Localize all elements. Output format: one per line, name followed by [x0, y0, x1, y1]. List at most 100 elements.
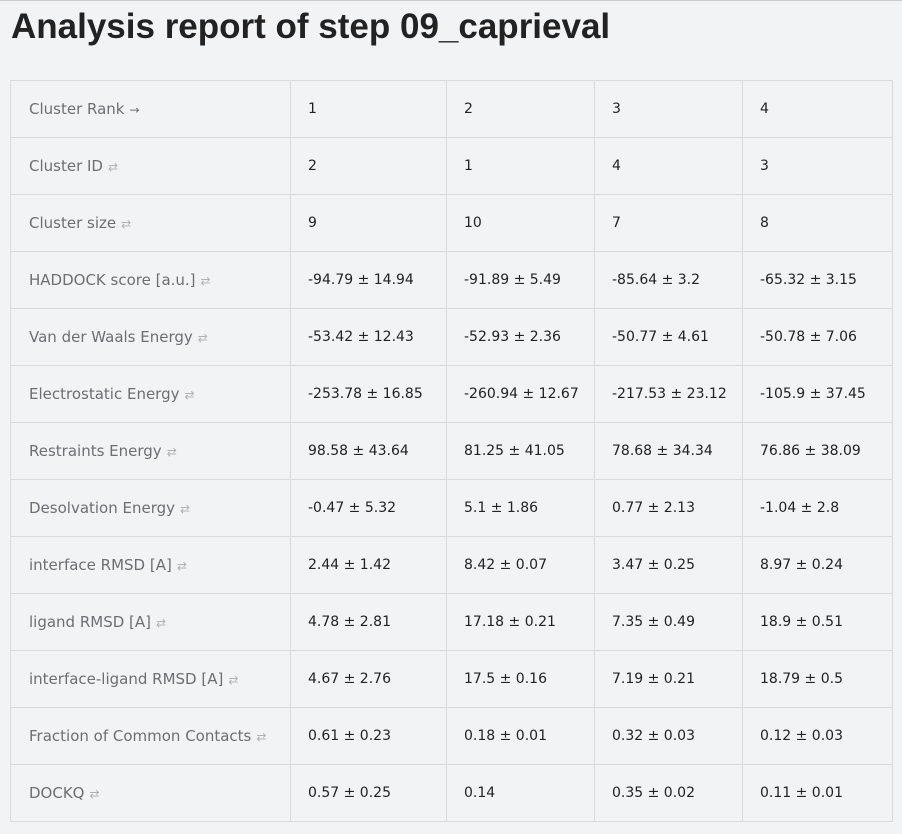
row-header[interactable]: Cluster Rank →	[10, 80, 291, 138]
row-header-label: ligand RMSD [A]	[29, 613, 152, 631]
table-row: DOCKQ ⇄ 0.57 ± 0.25 0.14 0.35 ± 0.02 0.11 ± 0…	[10, 764, 893, 822]
table-cell: -85.64 ± 3.2	[594, 251, 743, 309]
table-cell: 2	[446, 80, 595, 138]
sort-toggle-icon[interactable]: ⇄	[121, 217, 131, 231]
table-cell: 3	[742, 137, 893, 195]
sort-toggle-icon[interactable]: ⇄	[108, 160, 118, 174]
table-cell: 4.78 ± 2.81	[290, 593, 447, 651]
table-row: HADDOCK score [a.u.] ⇄ -94.79 ± 14.94 -91.8…	[10, 251, 893, 309]
table-cell: 0.77 ± 2.13	[594, 479, 743, 537]
row-header-label: HADDOCK score [a.u.]	[29, 271, 196, 289]
table-cell: -52.93 ± 2.36	[446, 308, 595, 366]
sort-toggle-icon[interactable]: ⇄	[156, 616, 166, 630]
table-row: Cluster ID ⇄ 2 1 4 3	[10, 137, 893, 195]
row-header-label: Electrostatic Energy	[29, 385, 180, 403]
table-cell: 81.25 ± 41.05	[446, 422, 595, 480]
row-header-label: Cluster Rank	[29, 100, 125, 118]
table-cell: 18.79 ± 0.5	[742, 650, 893, 708]
sort-toggle-icon[interactable]: ⇄	[89, 787, 99, 801]
table-row: Fraction of Common Contacts ⇄ 0.61 ± 0.23 0…	[10, 707, 893, 765]
table-row: Desolvation Energy ⇄ -0.47 ± 5.32 5.1 ± 1.8…	[10, 479, 893, 537]
row-header[interactable]: ligand RMSD [A] ⇄	[10, 593, 291, 651]
table-cell: 8.42 ± 0.07	[446, 536, 595, 594]
table-cell: 0.18 ± 0.01	[446, 707, 595, 765]
row-header[interactable]: Electrostatic Energy ⇄	[10, 365, 291, 423]
row-header[interactable]: Fraction of Common Contacts ⇄	[10, 707, 291, 765]
sort-toggle-icon[interactable]: ⇄	[180, 502, 190, 516]
row-header-label: Cluster ID	[29, 157, 103, 175]
page-title: Analysis report of step 09_caprieval	[11, 7, 611, 46]
table-cell: -50.77 ± 4.61	[594, 308, 743, 366]
row-header-label: Desolvation Energy	[29, 499, 176, 517]
row-header[interactable]: interface-ligand RMSD [A] ⇄	[10, 650, 291, 708]
table-cell: 0.32 ± 0.03	[594, 707, 743, 765]
table-cell: 1	[290, 80, 447, 138]
table-row: Van der Waals Energy ⇄ -53.42 ± 12.43 -52.9…	[10, 308, 893, 366]
table-cell: 7.35 ± 0.49	[594, 593, 743, 651]
row-header[interactable]: Desolvation Energy ⇄	[10, 479, 291, 537]
table-cell: 3	[594, 80, 743, 138]
row-header-label: Restraints Energy	[29, 442, 162, 460]
table-cell: 4.67 ± 2.76	[290, 650, 447, 708]
table-cell: 0.35 ± 0.02	[594, 764, 743, 822]
table-cell: 0.14	[446, 764, 595, 822]
table-row: ligand RMSD [A] ⇄ 4.78 ± 2.81 17.18 ± 0.21 7…	[10, 593, 893, 651]
row-header[interactable]: HADDOCK score [a.u.] ⇄	[10, 251, 291, 309]
row-header[interactable]: Cluster size ⇄	[10, 194, 291, 252]
row-header-label: Van der Waals Energy	[29, 328, 193, 346]
table-cell: -0.47 ± 5.32	[290, 479, 447, 537]
table-cell: 1	[446, 137, 595, 195]
table-cell: 3.47 ± 0.25	[594, 536, 743, 594]
row-header[interactable]: DOCKQ ⇄	[10, 764, 291, 822]
table-row: Restraints Energy ⇄ 98.58 ± 43.64 81.25 ± 4…	[10, 422, 893, 480]
table-cell: 4	[594, 137, 743, 195]
table-row: Electrostatic Energy ⇄ -253.78 ± 16.85 -260…	[10, 365, 893, 423]
row-header-label: Fraction of Common Contacts	[29, 727, 252, 745]
table-cell: -53.42 ± 12.43	[290, 308, 447, 366]
table-cell: -1.04 ± 2.8	[742, 479, 893, 537]
table-cell: 0.57 ± 0.25	[290, 764, 447, 822]
table-cell: -217.53 ± 23.12	[594, 365, 743, 423]
table-cell: 2.44 ± 1.42	[290, 536, 447, 594]
table-cell: -94.79 ± 14.94	[290, 251, 447, 309]
table-cell: 0.11 ± 0.01	[742, 764, 893, 822]
row-header[interactable]: Restraints Energy ⇄	[10, 422, 291, 480]
sort-toggle-icon[interactable]: ⇄	[198, 331, 208, 345]
sort-toggle-icon[interactable]: ⇄	[228, 673, 238, 687]
table-cell: 0.12 ± 0.03	[742, 707, 893, 765]
table-cell: -50.78 ± 7.06	[742, 308, 893, 366]
sort-toggle-icon[interactable]: ⇄	[177, 559, 187, 573]
table-body: Cluster Rank → 1 2 3 4 Cluster ID ⇄ 2 1 4 3 Cluster …	[10, 80, 893, 822]
top-divider	[0, 0, 902, 1]
table-cell: 8	[742, 194, 893, 252]
row-header[interactable]: interface RMSD [A] ⇄	[10, 536, 291, 594]
table-cell: -105.9 ± 37.45	[742, 365, 893, 423]
sort-toggle-icon[interactable]: ⇄	[201, 274, 211, 288]
table-cell: 5.1 ± 1.86	[446, 479, 595, 537]
cluster-results-table: Cluster Rank → 1 2 3 4 Cluster ID ⇄ 2 1 4 3 Cluster …	[10, 80, 893, 822]
row-header-label: Cluster size	[29, 214, 117, 232]
sort-toggle-icon[interactable]: ⇄	[184, 388, 194, 402]
row-header-label: interface RMSD [A]	[29, 556, 172, 574]
sort-arrow-icon[interactable]: →	[130, 103, 140, 117]
table-cell: 78.68 ± 34.34	[594, 422, 743, 480]
table-cell: 76.86 ± 38.09	[742, 422, 893, 480]
table-cell: -65.32 ± 3.15	[742, 251, 893, 309]
row-header-label: interface-ligand RMSD [A]	[29, 670, 224, 688]
sort-toggle-icon[interactable]: ⇄	[167, 445, 177, 459]
row-header[interactable]: Cluster ID ⇄	[10, 137, 291, 195]
table-cell: 17.18 ± 0.21	[446, 593, 595, 651]
table-cell: 4	[742, 80, 893, 138]
sort-toggle-icon[interactable]: ⇄	[256, 730, 266, 744]
table-row: interface-ligand RMSD [A] ⇄ 4.67 ± 2.76 17.…	[10, 650, 893, 708]
table-row: Cluster Rank → 1 2 3 4	[10, 80, 893, 138]
table-cell: -253.78 ± 16.85	[290, 365, 447, 423]
table-cell: 8.97 ± 0.24	[742, 536, 893, 594]
table-cell: 10	[446, 194, 595, 252]
table-row: Cluster size ⇄ 9 10 7 8	[10, 194, 893, 252]
row-header-label: DOCKQ	[29, 784, 85, 802]
table-cell: 9	[290, 194, 447, 252]
table-cell: 2	[290, 137, 447, 195]
table-cell: 17.5 ± 0.16	[446, 650, 595, 708]
row-header[interactable]: Van der Waals Energy ⇄	[10, 308, 291, 366]
